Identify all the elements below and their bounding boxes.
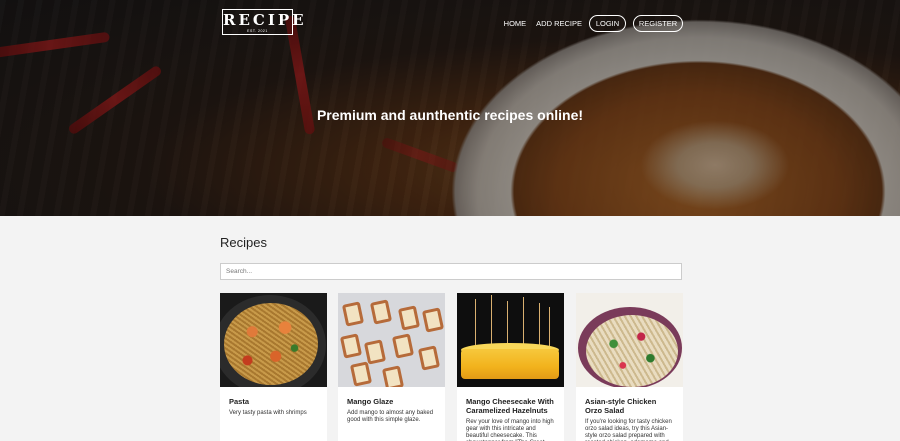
cake-body [461,349,559,379]
recipe-title: Pasta [229,397,250,406]
salad-mix [586,315,678,387]
glaze-tile [341,301,365,327]
recipe-card[interactable]: Mango Glaze Add mango to almost any bake… [338,293,445,441]
recipe-title: Mango Glaze [347,397,394,406]
nav-home-link[interactable]: HOME [504,19,527,28]
card-body: Mango Cheesecake With Caramelized Hazeln… [457,387,564,441]
search-input[interactable] [220,263,682,280]
cheesecake-photo [457,293,564,387]
salad-photo [576,293,683,387]
nav-add-recipe-link[interactable]: ADD RECIPE [536,19,582,28]
card-body: Pasta Very tasty pasta with shrimps [220,387,327,417]
recipe-card[interactable]: Asian-style Chicken Orzo Salad If you're… [576,293,683,441]
hero-tagline: Premium and aunthentic recipes online! [316,107,584,123]
glaze-tile [349,361,373,387]
glaze-tile [381,365,405,387]
glaze-tile [421,307,445,333]
recipe-description: If you're looking for tasty chicken orzo… [585,419,672,441]
pasta-photo [220,293,327,387]
hero-banner: RECIPE EST. 2021 HOME ADD RECIPE LOGIN R… [0,0,900,216]
salad-bowl [578,307,682,387]
recipe-card[interactable]: Mango Cheesecake With Caramelized Hazeln… [457,293,564,441]
glaze-tile [339,333,363,359]
recipes-section: Recipes Pasta Very tasty pasta with shri… [0,216,900,441]
recipe-title: Mango Cheesecake With Caramelized Hazeln… [466,397,554,415]
main-nav: HOME ADD RECIPE LOGIN REGISTER [494,15,683,32]
mango-glaze-photo [338,293,445,387]
recipe-description: Very tasty pasta with shrimps [229,410,307,416]
logo-word: RECIPE [223,11,307,29]
pasta-food [224,303,318,385]
register-button[interactable]: REGISTER [633,15,683,32]
glaze-tile [391,333,415,359]
glaze-tile [397,305,421,331]
logo-est: EST. 2021 [247,29,268,33]
section-title: Recipes [220,235,267,250]
glaze-tile [369,299,393,325]
recipe-description: Add mango to almost any baked good with … [347,410,434,423]
site-logo[interactable]: RECIPE EST. 2021 [222,9,307,35]
caramel-stick [475,299,476,351]
login-button[interactable]: LOGIN [589,15,626,32]
glaze-tile [363,339,387,365]
recipe-card[interactable]: Pasta Very tasty pasta with shrimps [220,293,327,441]
glaze-tile [417,345,441,371]
recipe-description: Rev your love of mango into high gear wi… [466,419,554,441]
caramel-stick [549,307,550,351]
recipe-title: Asian-style Chicken Orzo Salad [585,397,657,415]
card-body: Mango Glaze Add mango to almost any bake… [338,387,445,424]
card-body: Asian-style Chicken Orzo Salad If you're… [576,387,683,441]
